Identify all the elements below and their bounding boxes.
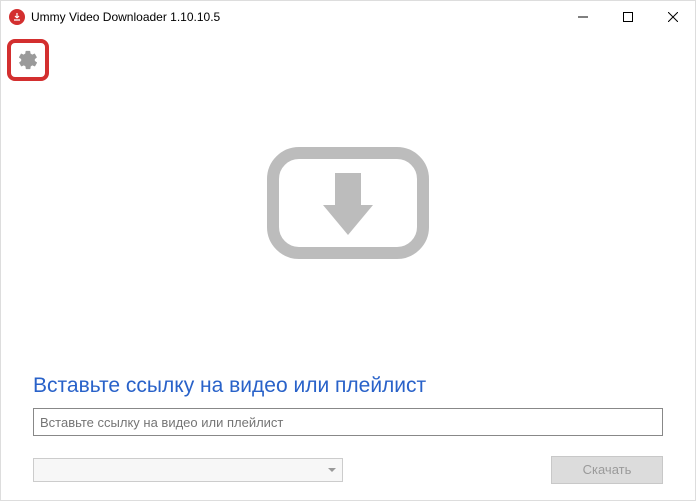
minimize-button[interactable] — [560, 1, 605, 33]
video-download-placeholder-icon — [263, 143, 433, 263]
download-button[interactable]: Скачать — [551, 456, 663, 484]
maximize-button[interactable] — [605, 1, 650, 33]
download-circle-icon — [12, 12, 22, 22]
minimize-icon — [578, 12, 588, 22]
url-input[interactable] — [33, 408, 663, 436]
app-icon — [9, 9, 25, 25]
gear-icon — [17, 49, 39, 71]
app-window: Ummy Video Downloader 1.10.10.5 — [0, 0, 696, 501]
content-area: Вставьте ссылку на видео или плейлист Ск… — [1, 33, 695, 500]
prompt-heading: Вставьте ссылку на видео или плейлист — [33, 374, 663, 398]
titlebar: Ummy Video Downloader 1.10.10.5 — [1, 1, 695, 33]
window-title: Ummy Video Downloader 1.10.10.5 — [31, 10, 560, 24]
settings-button[interactable] — [7, 39, 49, 81]
maximize-icon — [623, 12, 633, 22]
video-preview-area — [33, 41, 663, 374]
close-button[interactable] — [650, 1, 695, 33]
bottom-toolbar: Скачать — [33, 456, 663, 484]
format-select[interactable] — [33, 458, 343, 482]
close-icon — [668, 12, 678, 22]
window-controls — [560, 1, 695, 33]
